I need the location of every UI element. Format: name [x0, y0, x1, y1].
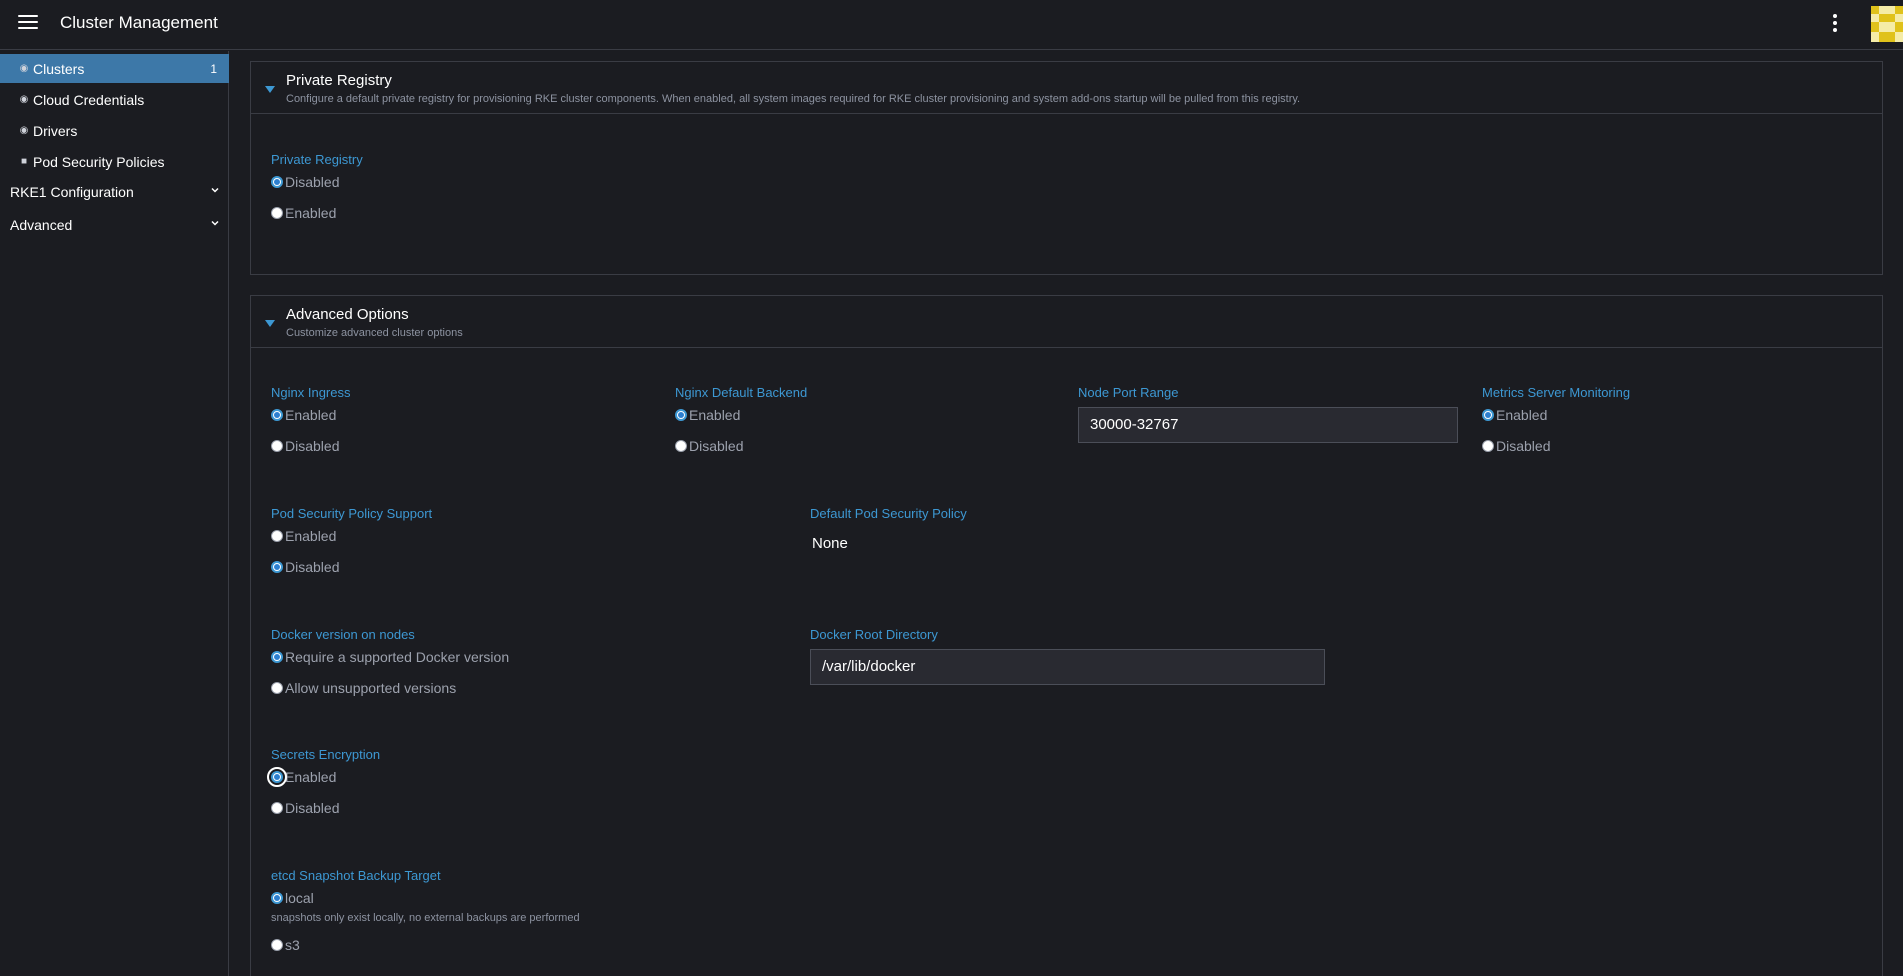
radio-label: Disabled [285, 174, 340, 190]
sidebar-item-clusters[interactable]: ◉ Clusters 1 [0, 54, 229, 83]
docker-version-allow-radio[interactable]: Allow unsupported versions [271, 680, 456, 696]
private-registry-panel: Private Registry Configure a default pri… [250, 61, 1883, 275]
radio-checked-icon [267, 767, 287, 787]
psp-support-disabled-radio[interactable]: Disabled [271, 559, 339, 575]
private-registry-label: Private Registry [271, 152, 363, 167]
secrets-encryption-disabled-radio[interactable]: Disabled [271, 800, 339, 816]
more-options-icon[interactable] [1830, 14, 1840, 34]
radio-label: s3 [285, 937, 300, 953]
nginx-ingress-label: Nginx Ingress [271, 385, 351, 400]
radio-label: Disabled [689, 438, 744, 454]
etcd-backup-label: etcd Snapshot Backup Target [271, 868, 441, 883]
psp-support-enabled-radio[interactable]: Enabled [271, 528, 336, 544]
radio-checked-icon [271, 409, 283, 421]
sidebar-item-drivers[interactable]: ◉ Drivers [0, 116, 229, 145]
collapse-triangle-icon [265, 320, 275, 327]
etcd-backup-s3-radio[interactable]: s3 [271, 937, 300, 953]
radio-label: Enabled [1496, 407, 1548, 423]
docker-root-label: Docker Root Directory [810, 627, 938, 642]
chevron-down-icon [211, 220, 219, 226]
metrics-server-disabled-radio[interactable]: Disabled [1482, 438, 1550, 454]
etcd-backup-local-radio[interactable]: local [271, 890, 314, 906]
nginx-default-backend-label: Nginx Default Backend [675, 385, 808, 400]
sidebar-item-label: Pod Security Policies [33, 153, 165, 170]
radio-label: Disabled [285, 800, 340, 816]
sidebar-item-pod-security-policies[interactable]: ■ Pod Security Policies [0, 147, 229, 176]
radio-unchecked-icon [271, 530, 283, 542]
nginx-ingress-enabled-radio[interactable]: Enabled [271, 407, 336, 423]
radio-label: Disabled [1496, 438, 1551, 454]
radio-unchecked-icon [271, 207, 283, 219]
sidebar-item-label: Drivers [33, 122, 78, 139]
menu-icon[interactable] [18, 15, 38, 31]
cloud-credentials-icon: ◉ [19, 94, 29, 105]
chevron-down-icon [211, 187, 219, 193]
radio-checked-icon [271, 176, 283, 188]
radio-label: Allow unsupported versions [285, 680, 457, 696]
nginx-default-backend-enabled-radio[interactable]: Enabled [675, 407, 740, 423]
nginx-ingress-disabled-radio[interactable]: Disabled [271, 438, 339, 454]
private-registry-panel-header[interactable]: Private Registry Configure a default pri… [251, 62, 1882, 114]
radio-checked-icon [1482, 409, 1494, 421]
radio-label: Enabled [285, 528, 337, 544]
default-psp-label: Default Pod Security Policy [810, 506, 967, 521]
sidebar-group-label: RKE1 Configuration [10, 184, 134, 200]
radio-label: Disabled [285, 559, 340, 575]
node-port-range-label: Node Port Range [1078, 385, 1179, 400]
sidebar: ◉ Clusters 1 ◉ Cloud Credentials ◉ Drive… [0, 51, 229, 976]
panel-title: Private Registry [286, 72, 392, 89]
secrets-encryption-enabled-radio[interactable]: Enabled [267, 767, 337, 787]
radio-label: Enabled [689, 407, 741, 423]
main-content: Private Registry Configure a default pri… [230, 51, 1903, 976]
metrics-server-label: Metrics Server Monitoring [1482, 385, 1631, 400]
advanced-options-panel-header[interactable]: Advanced Options Customize advanced clus… [251, 296, 1882, 348]
panel-title: Advanced Options [286, 306, 409, 323]
radio-label: Enabled [285, 205, 337, 221]
nginx-default-backend-disabled-radio[interactable]: Disabled [675, 438, 743, 454]
top-bar: Cluster Management [0, 0, 1903, 50]
radio-label: Enabled [285, 769, 337, 785]
radio-label: Require a supported Docker version [285, 649, 510, 665]
sidebar-item-label: Cloud Credentials [33, 91, 145, 108]
psp-support-label: Pod Security Policy Support [271, 506, 433, 521]
private-registry-disabled-radio[interactable]: Disabled [271, 174, 339, 190]
radio-unchecked-icon [271, 682, 283, 694]
radio-checked-icon [271, 892, 283, 904]
radio-label: local [285, 890, 314, 906]
cluster-count-badge: 1 [210, 61, 217, 76]
docker-root-input[interactable]: /var/lib/docker [810, 649, 1325, 685]
folder-icon: ■ [20, 156, 28, 167]
sidebar-group-label: Advanced [10, 217, 73, 233]
drivers-icon: ◉ [19, 125, 29, 136]
docker-version-label: Docker version on nodes [271, 627, 415, 642]
sidebar-item-label: Clusters [33, 60, 85, 77]
radio-unchecked-icon [271, 440, 283, 452]
panel-description: Customize advanced cluster options [286, 327, 463, 339]
docker-version-require-radio[interactable]: Require a supported Docker version [271, 649, 509, 665]
radio-label: Disabled [285, 438, 340, 454]
page-title: Cluster Management [60, 13, 218, 32]
secrets-encryption-label: Secrets Encryption [271, 747, 381, 762]
sidebar-item-cloud-credentials[interactable]: ◉ Cloud Credentials [0, 85, 229, 114]
sidebar-group-advanced[interactable]: Advanced [0, 210, 229, 240]
advanced-options-panel: Advanced Options Customize advanced clus… [250, 295, 1883, 976]
private-registry-enabled-radio[interactable]: Enabled [271, 205, 336, 221]
default-psp-value: None [812, 535, 848, 552]
radio-unchecked-icon [271, 939, 283, 951]
radio-unchecked-icon [675, 440, 687, 452]
cluster-icon: ◉ [19, 63, 29, 74]
radio-checked-icon [271, 561, 283, 573]
sidebar-group-rke1-configuration[interactable]: RKE1 Configuration [0, 177, 229, 207]
panel-description: Configure a default private registry for… [286, 93, 1301, 105]
radio-unchecked-icon [271, 802, 283, 814]
radio-checked-icon [675, 409, 687, 421]
radio-label: Enabled [285, 407, 337, 423]
etcd-local-hint: snapshots only exist locally, no externa… [271, 912, 580, 924]
radio-checked-icon [271, 651, 283, 663]
metrics-server-enabled-radio[interactable]: Enabled [1482, 407, 1547, 423]
collapse-triangle-icon [265, 86, 275, 93]
node-port-range-input[interactable]: 30000-32767 [1078, 407, 1458, 443]
radio-unchecked-icon [1482, 440, 1494, 452]
avatar[interactable] [1871, 6, 1903, 42]
